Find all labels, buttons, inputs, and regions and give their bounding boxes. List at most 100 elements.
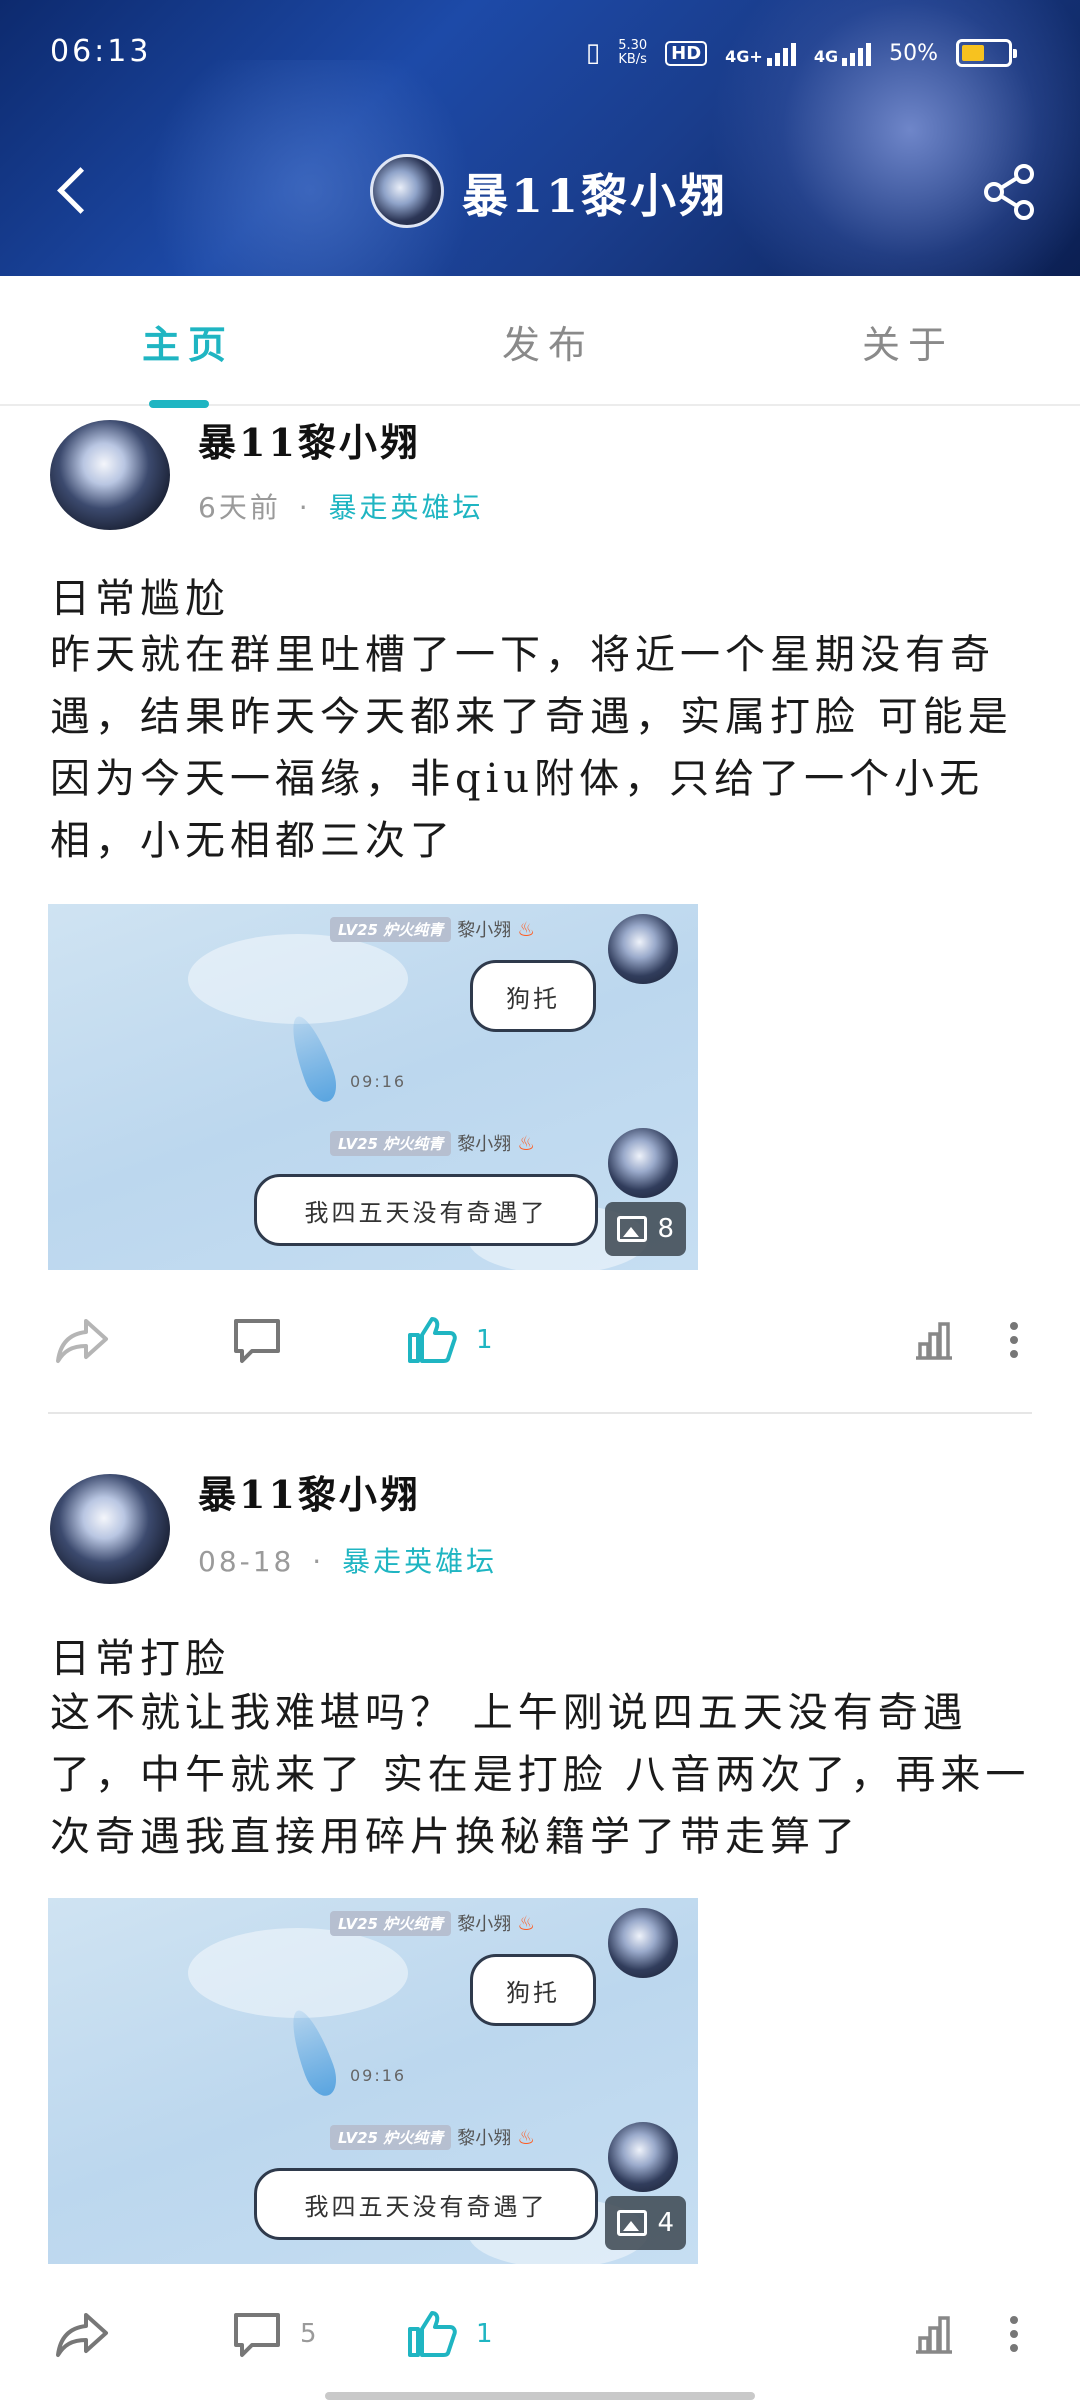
post-actions: 1: [0, 1300, 1080, 1380]
chat-user-row: LV25 炉火纯青 黎小翙 ♨: [330, 1130, 535, 1156]
flame-icon: ♨: [517, 1131, 536, 1155]
status-icons: ▯ 5.30 KB/s HD 4G+ 4G 50%: [585, 38, 1017, 68]
tab-about[interactable]: 关于: [862, 314, 954, 369]
more-vertical-icon: [1010, 1322, 1018, 1358]
like-button[interactable]: 1: [406, 2304, 493, 2364]
like-count: 1: [476, 1325, 493, 1355]
more-vertical-icon: [1010, 2316, 1018, 2352]
forward-button[interactable]: [54, 2304, 110, 2364]
signal-bars-icon: [766, 40, 796, 66]
navbar: 暴11黎小翙: [0, 140, 1080, 250]
chat-nick: 黎小翙: [457, 1914, 512, 1935]
thumbs-up-icon: [408, 2311, 457, 2357]
level-badge: LV25 炉火纯青: [330, 2124, 452, 2150]
cloud-decoration: [188, 934, 408, 1024]
stats-button[interactable]: [912, 2304, 956, 2364]
meta-separator: ·: [298, 491, 311, 524]
post-forum-link[interactable]: 暴走英雄坛: [329, 491, 484, 524]
signal-bars-icon: [842, 40, 872, 66]
signal-sim1: 4G+: [725, 40, 796, 66]
image-count-badge: 8: [605, 1202, 686, 1256]
flame-icon: ♨: [517, 2125, 536, 2149]
chat-nick: 黎小翙: [457, 920, 512, 941]
chat-avatar: [608, 2122, 678, 2192]
post-time: 6天前: [198, 491, 281, 524]
battery-percent: 50%: [889, 40, 938, 66]
image-icon: [617, 2210, 648, 2236]
avatar[interactable]: [50, 1474, 170, 1584]
back-arrow-icon[interactable]: [46, 160, 106, 220]
post-card[interactable]: 暴11黎小翙 08-18 · 暴走英雄坛 日常打脸 这不就让我难堪吗？ 上午刚说…: [0, 1460, 1080, 2408]
stats-icon: [916, 2316, 952, 2354]
stats-icon: [916, 1322, 952, 1360]
chat-nick: 黎小翙: [457, 2128, 512, 2149]
post-divider: [48, 1412, 1032, 1414]
cloud-decoration: [188, 1928, 408, 2018]
comment-button[interactable]: 5: [232, 2304, 317, 2364]
chat-bubble: 狗托: [470, 1954, 596, 2026]
post-meta: 6天前 · 暴走英雄坛: [198, 486, 484, 526]
page-title: 暴11黎小翙: [462, 169, 729, 223]
chat-avatar: [608, 1908, 678, 1978]
like-count: 1: [476, 2319, 493, 2349]
level-badge: LV25 炉火纯青: [330, 1130, 452, 1156]
share-icon[interactable]: [980, 162, 1040, 222]
image-count-badge: 4: [605, 2196, 686, 2250]
flame-icon: ♨: [517, 1911, 536, 1935]
post-meta: 08-18 · 暴走英雄坛: [198, 1540, 497, 1580]
comment-button[interactable]: [232, 1310, 300, 1370]
post-title: 日常尴尬: [50, 576, 230, 622]
thumbs-up-icon: [408, 1317, 457, 1363]
chat-timestamp: 09:16: [350, 1072, 407, 1091]
avatar[interactable]: [370, 154, 444, 228]
avatar[interactable]: [50, 420, 170, 530]
status-time: 06:13: [50, 34, 152, 69]
like-button[interactable]: 1: [406, 1310, 493, 1370]
home-indicator[interactable]: [325, 2392, 755, 2400]
chat-timestamp: 09:16: [350, 2066, 407, 2085]
post-time: 08-18: [198, 1545, 295, 1578]
signal-sim2: 4G: [814, 40, 872, 66]
battery-icon: [956, 39, 1017, 67]
flame-icon: ♨: [517, 917, 536, 941]
level-badge: LV25 炉火纯青: [330, 1910, 452, 1936]
chat-user-row: LV25 炉火纯青 黎小翙 ♨: [330, 2124, 535, 2150]
chat-bubble: 我四五天没有奇遇了: [254, 2168, 598, 2240]
image-icon: [617, 1216, 648, 1242]
vibrate-icon: ▯: [585, 38, 601, 68]
chat-avatar: [608, 914, 678, 984]
post-body: 昨天就在群里吐槽了一下，将近一个星期没有奇遇，结果昨天今天都来了奇遇，实属打脸 …: [50, 632, 1013, 864]
chat-nick: 黎小翙: [457, 1134, 512, 1155]
meta-separator: ·: [312, 1545, 325, 1578]
post-author[interactable]: 暴11黎小翙: [198, 412, 421, 467]
stats-button[interactable]: [912, 1310, 956, 1370]
water-drop-decoration: [283, 1011, 343, 1107]
post-forum-link[interactable]: 暴走英雄坛: [342, 1545, 497, 1578]
chat-avatar: [608, 1128, 678, 1198]
chat-user-row: LV25 炉火纯青 黎小翙 ♨: [330, 916, 535, 942]
chat-user-row: LV25 炉火纯青 黎小翙 ♨: [330, 1910, 535, 1936]
comment-icon: [234, 1319, 280, 1363]
forward-icon: [56, 1319, 108, 1363]
status-bar: 06:13 ▯ 5.30 KB/s HD 4G+ 4G 50%: [0, 30, 1080, 86]
net-speed: 5.30 KB/s: [618, 38, 648, 67]
water-drop-decoration: [283, 2005, 343, 2101]
tab-publish[interactable]: 发布: [502, 314, 594, 369]
post-body: 这不就让我难堪吗？ 上午刚说四五天没有奇遇了，中午就来了 实在是打脸 八音两次了…: [50, 1690, 1031, 1860]
level-badge: LV25 炉火纯青: [330, 916, 452, 942]
comment-count: 5: [300, 2319, 317, 2349]
more-button[interactable]: [1008, 1310, 1020, 1370]
post-image[interactable]: LV25 炉火纯青 黎小翙 ♨ 狗托 09:16 LV25 炉火纯青 黎小翙 ♨…: [48, 1898, 698, 2264]
hd-icon: HD: [665, 40, 708, 66]
post-title: 日常打脸: [50, 1636, 230, 1682]
tab-home[interactable]: 主页: [142, 314, 234, 369]
battery-fill: [962, 45, 984, 61]
post-image[interactable]: LV25 炉火纯青 黎小翙 ♨ 狗托 09:16 LV25 炉火纯青 黎小翙 ♨…: [48, 904, 698, 1270]
more-button[interactable]: [1008, 2304, 1020, 2364]
forward-button[interactable]: [54, 1310, 110, 1370]
header: 06:13 ▯ 5.30 KB/s HD 4G+ 4G 50% 暴11黎小翙: [0, 0, 1080, 276]
chat-bubble: 我四五天没有奇遇了: [254, 1174, 598, 1246]
post-author[interactable]: 暴11黎小翙: [198, 1464, 421, 1519]
post-actions: 5 1: [0, 2294, 1080, 2374]
post-card[interactable]: 暴11黎小翙 6天前 · 暴走英雄坛 日常尴尬 昨天就在群里吐槽了一下，将近一个…: [0, 406, 1080, 1414]
